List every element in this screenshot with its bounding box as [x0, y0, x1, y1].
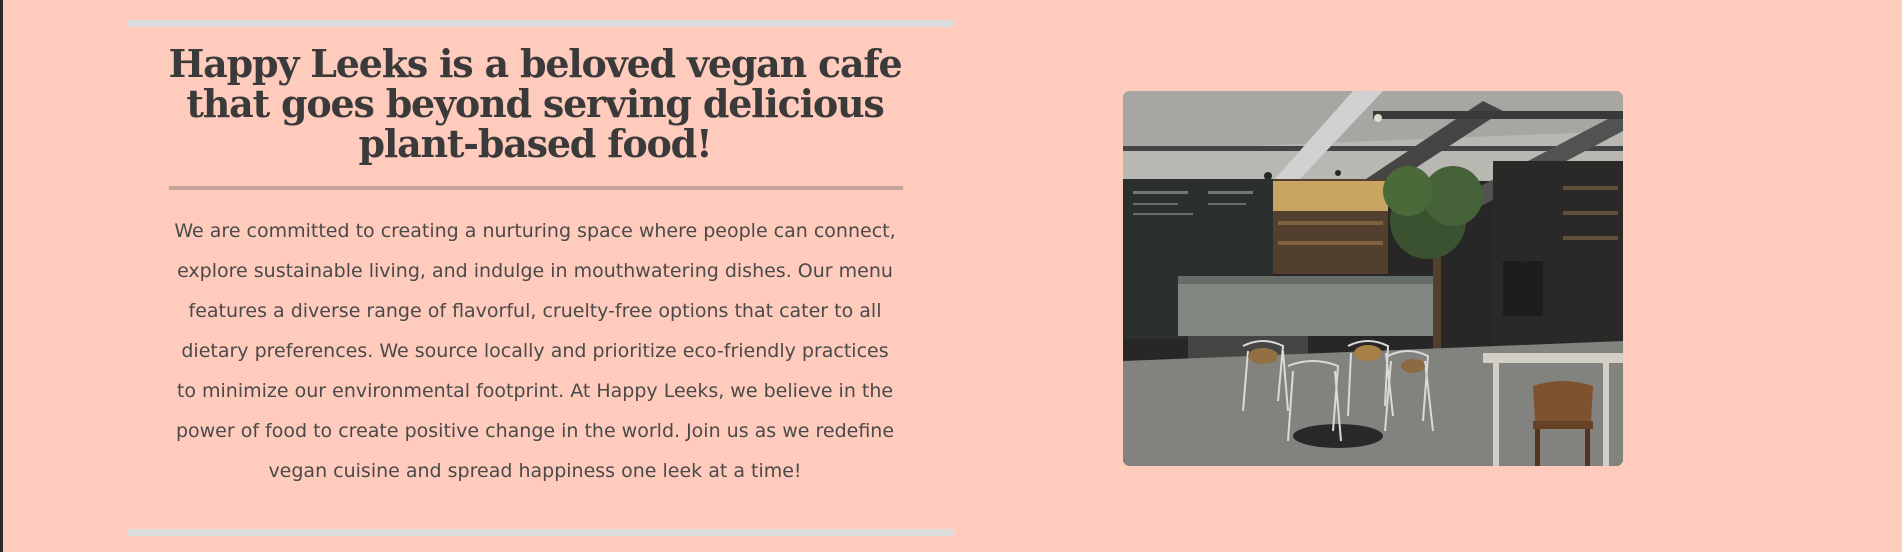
about-description: We are committed to creating a nurturing… [174, 220, 896, 482]
section-top-divider [128, 20, 954, 27]
viewport-left-edge [0, 0, 3, 552]
heading-underline [169, 186, 903, 190]
section-bottom-divider [128, 529, 954, 536]
about-heading: Happy Leeks is a beloved vegan cafe that… [168, 41, 902, 166]
cafe-interior-photo [1123, 91, 1623, 466]
